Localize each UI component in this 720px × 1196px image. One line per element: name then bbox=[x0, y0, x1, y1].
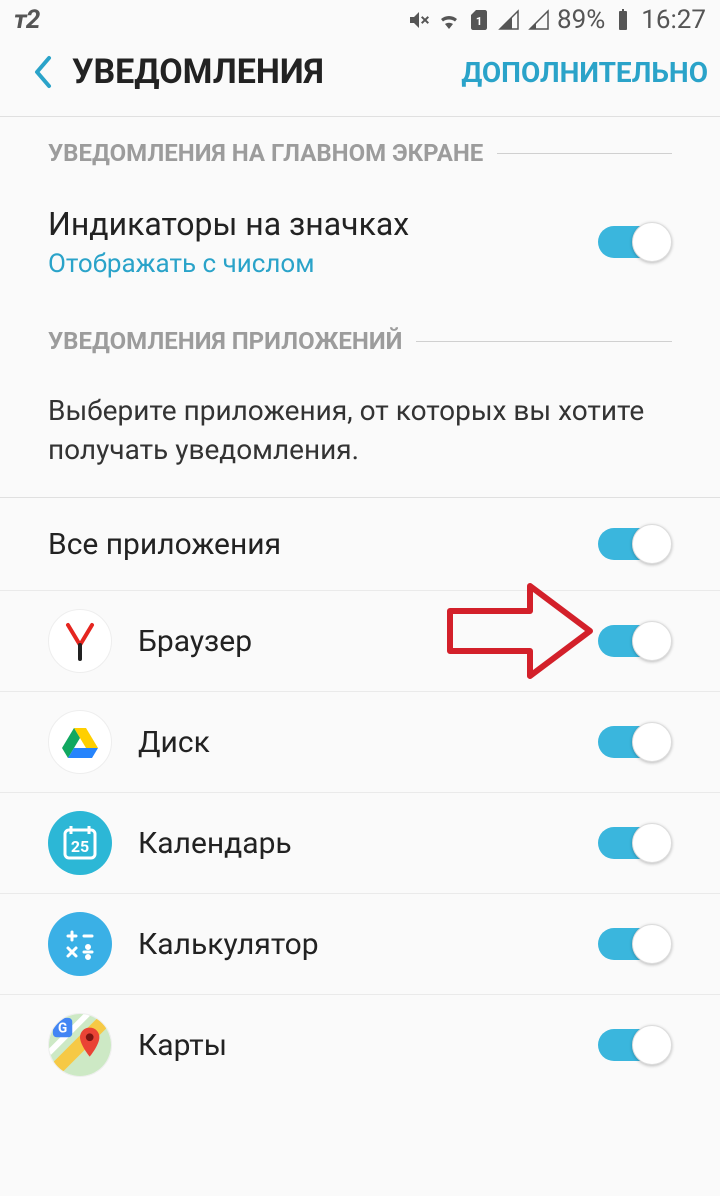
badge-indicators-subtitle: Отображать с числом bbox=[48, 249, 409, 279]
app-row-browser[interactable]: Браузер bbox=[0, 590, 720, 691]
app-row-calculator[interactable]: Калькулятор bbox=[0, 893, 720, 994]
svg-text:25: 25 bbox=[71, 837, 89, 856]
sim-icon: 1 bbox=[467, 8, 491, 32]
status-bar: т2 1 89% 16:27 bbox=[0, 0, 720, 40]
app-toggle-browser[interactable] bbox=[598, 621, 672, 661]
section-line bbox=[497, 153, 672, 154]
carrier-label: т2 bbox=[14, 5, 39, 35]
annotation-arrow-icon bbox=[440, 571, 600, 691]
advanced-button[interactable]: ДОПОЛНИТЕЛЬНО bbox=[461, 56, 708, 89]
app-label-calculator: Калькулятор bbox=[138, 927, 319, 962]
app-toggle-calculator[interactable] bbox=[598, 924, 672, 964]
app-row-maps[interactable]: G Карты bbox=[0, 994, 720, 1095]
section-apps-header: УВЕДОМЛЕНИЯ ПРИЛОЖЕНИЙ bbox=[48, 327, 672, 355]
svg-text:G: G bbox=[58, 1021, 67, 1037]
svg-text:1: 1 bbox=[476, 15, 482, 28]
status-right: 1 89% 16:27 bbox=[407, 5, 706, 35]
signal1-icon bbox=[497, 8, 521, 32]
all-apps-label: Все приложения bbox=[48, 527, 281, 562]
all-apps-toggle[interactable] bbox=[598, 524, 672, 564]
wifi-icon bbox=[437, 8, 461, 32]
app-row-disk[interactable]: Диск bbox=[0, 691, 720, 792]
section-line bbox=[416, 341, 672, 342]
app-toggle-calendar[interactable] bbox=[598, 823, 672, 863]
google-drive-icon bbox=[48, 710, 112, 774]
battery-percent: 89% bbox=[557, 5, 605, 35]
page-header: УВЕДОМЛЕНИЯ ДОПОЛНИТЕЛЬНО bbox=[0, 40, 720, 116]
badge-indicators-toggle[interactable] bbox=[598, 222, 672, 262]
calendar-icon: 25 bbox=[48, 811, 112, 875]
section-lockscreen-title: УВЕДОМЛЕНИЯ НА ГЛАВНОМ ЭКРАНЕ bbox=[48, 139, 483, 167]
app-label-calendar: Календарь bbox=[138, 826, 292, 861]
app-label-browser: Браузер bbox=[138, 624, 252, 659]
section-apps-title: УВЕДОМЛЕНИЯ ПРИЛОЖЕНИЙ bbox=[48, 327, 402, 355]
header-divider bbox=[0, 116, 720, 117]
app-toggle-disk[interactable] bbox=[598, 722, 672, 762]
back-button[interactable] bbox=[12, 54, 72, 90]
app-row-calendar[interactable]: 25 Календарь bbox=[0, 792, 720, 893]
clock: 16:27 bbox=[641, 5, 706, 35]
battery-icon bbox=[611, 8, 635, 32]
section-lockscreen-header: УВЕДОМЛЕНИЯ НА ГЛАВНОМ ЭКРАНЕ bbox=[48, 139, 672, 167]
yandex-browser-icon bbox=[48, 609, 112, 673]
page-title: УВЕДОМЛЕНИЯ bbox=[72, 52, 461, 92]
signal2-icon bbox=[527, 8, 551, 32]
badge-indicators-title: Индикаторы на значках bbox=[48, 205, 409, 243]
calculator-icon bbox=[48, 912, 112, 976]
app-label-maps: Карты bbox=[138, 1028, 227, 1063]
chevron-left-icon bbox=[31, 54, 53, 90]
apps-description: Выберите приложения, от которых вы хотит… bbox=[48, 381, 672, 497]
badge-indicators-row[interactable]: Индикаторы на значках Отображать с число… bbox=[48, 193, 672, 305]
mute-icon bbox=[407, 8, 431, 32]
app-label-disk: Диск bbox=[138, 725, 210, 760]
google-maps-icon: G bbox=[48, 1013, 112, 1077]
app-toggle-maps[interactable] bbox=[598, 1025, 672, 1065]
